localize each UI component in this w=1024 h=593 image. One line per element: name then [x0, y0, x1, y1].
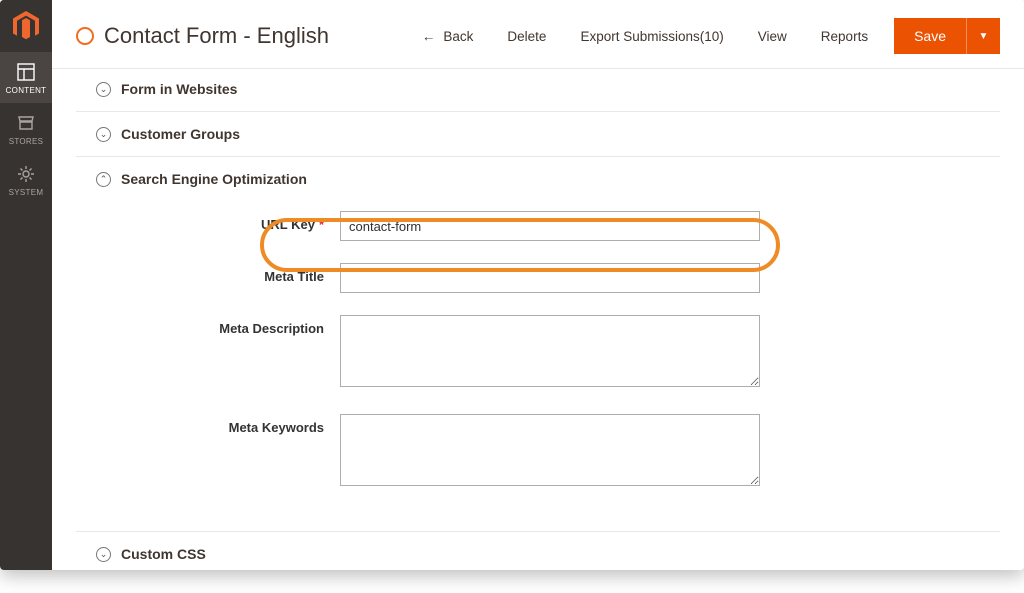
meta-keywords-label: Meta Keywords — [100, 414, 340, 435]
form-icon — [76, 27, 94, 45]
content-icon — [16, 62, 36, 82]
field-row-url-key: URL Key* — [100, 211, 976, 241]
section-custom-css: ⌄ Custom CSS — [76, 531, 1000, 570]
section-seo: ⌃ Search Engine Optimization URL Key* Me… — [76, 156, 1000, 531]
meta-title-input[interactable] — [340, 263, 760, 293]
url-key-label: URL Key* — [100, 211, 340, 232]
chevron-down-icon: ⌄ — [96, 127, 111, 142]
sidebar-item-label: CONTENT — [6, 86, 47, 95]
field-row-meta-description: Meta Description — [100, 315, 976, 392]
section-title: Form in Websites — [121, 81, 237, 97]
stores-icon — [16, 113, 36, 133]
export-submissions-button[interactable]: Export Submissions(10) — [572, 23, 731, 50]
delete-button[interactable]: Delete — [499, 23, 554, 50]
page-title: Contact Form - English — [104, 23, 404, 49]
sidebar-item-content[interactable]: CONTENT — [0, 52, 52, 103]
sidebar-item-label: STORES — [9, 137, 44, 146]
chevron-down-icon: ⌄ — [96, 82, 111, 97]
sidebar-item-system[interactable]: SYSTEM — [0, 154, 52, 205]
section-toggle-form-in-websites[interactable]: ⌄ Form in Websites — [76, 81, 1000, 97]
save-dropdown-button[interactable] — [966, 18, 1000, 54]
section-title: Custom CSS — [121, 546, 206, 562]
chevron-down-icon: ⌄ — [96, 547, 111, 562]
gear-icon — [16, 164, 36, 184]
section-toggle-seo[interactable]: ⌃ Search Engine Optimization — [76, 171, 1000, 187]
view-button[interactable]: View — [750, 23, 795, 50]
meta-description-input[interactable] — [340, 315, 760, 387]
reports-button[interactable]: Reports — [813, 23, 876, 50]
magento-logo-icon — [13, 11, 39, 41]
sidebar-item-label: SYSTEM — [9, 188, 44, 197]
back-button[interactable]: Back — [414, 23, 482, 50]
save-button[interactable]: Save — [894, 18, 966, 54]
section-title: Search Engine Optimization — [121, 171, 307, 187]
section-customer-groups: ⌄ Customer Groups — [76, 111, 1000, 156]
magento-logo — [0, 0, 52, 52]
section-toggle-custom-css[interactable]: ⌄ Custom CSS — [76, 546, 1000, 562]
section-title: Customer Groups — [121, 126, 240, 142]
meta-keywords-input[interactable] — [340, 414, 760, 486]
section-form-in-websites: ⌄ Form in Websites — [76, 77, 1000, 111]
url-key-input[interactable] — [340, 211, 760, 241]
section-toggle-customer-groups[interactable]: ⌄ Customer Groups — [76, 126, 1000, 142]
admin-sidebar: CONTENT STORES SYSTEM — [0, 0, 52, 570]
meta-title-label: Meta Title — [100, 263, 340, 284]
chevron-up-icon: ⌃ — [96, 172, 111, 187]
page-header: Contact Form - English Back Delete Expor… — [52, 0, 1024, 69]
field-row-meta-keywords: Meta Keywords — [100, 414, 976, 491]
meta-description-label: Meta Description — [100, 315, 340, 336]
sidebar-item-stores[interactable]: STORES — [0, 103, 52, 154]
field-row-meta-title: Meta Title — [100, 263, 976, 293]
